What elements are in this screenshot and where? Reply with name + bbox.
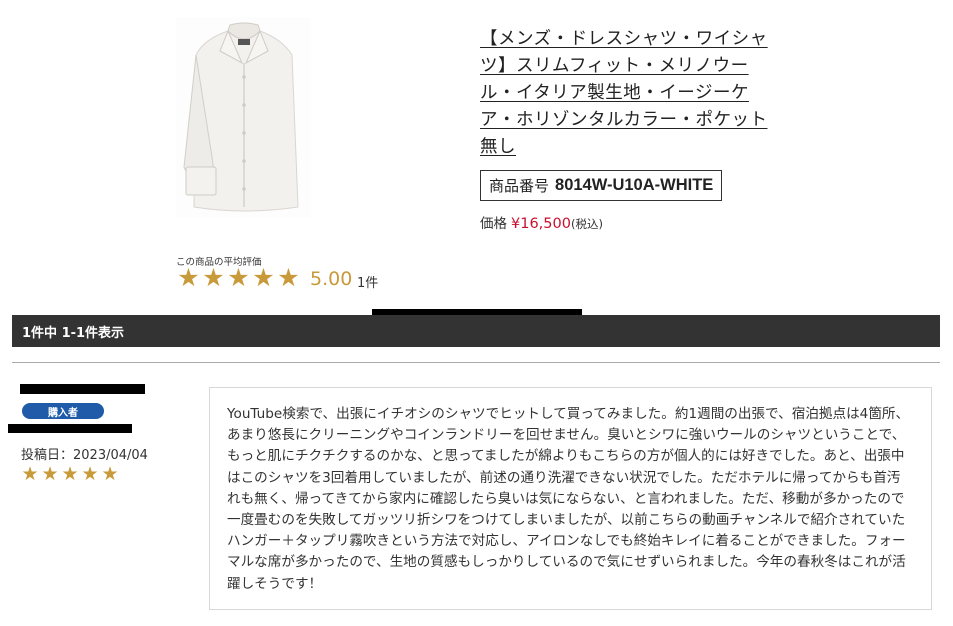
results-count-text: 1件中 1-1件表示 (22, 325, 125, 341)
review-count: 1件 (357, 276, 379, 291)
sku-value: 8014W-U10A-WHITE (555, 176, 714, 194)
buyer-badge: 購入者 (22, 403, 104, 419)
sku-box: 商品番号 8014W-U10A-WHITE (480, 170, 723, 201)
star-icon: ★ (41, 463, 59, 485)
reviewer-info-redacted (8, 424, 132, 433)
star-icon: ★ (202, 263, 225, 292)
price-value: ¥16,500 (511, 216, 571, 232)
star-icon: ★ (61, 463, 79, 485)
star-icon: ★ (252, 263, 275, 292)
post-date: 投稿日：2023/04/04 (21, 448, 148, 463)
product-image[interactable] (176, 17, 311, 217)
shirt-image (183, 22, 299, 212)
star-icon: ★ (227, 263, 250, 292)
product-title-link[interactable]: 【メンズ・ドレスシャツ・ワイシャツ】スリムフィット・メリノウール・イタリア製生地… (480, 26, 772, 161)
sku-label: 商品番号 (489, 177, 550, 195)
review-body: YouTube検索で、出張にイチオシのシャツでヒットして買ってみました。約1週間… (209, 387, 932, 610)
star-icon: ★ (21, 463, 39, 485)
results-count-bar: 1件中 1-1件表示 (12, 315, 940, 347)
review-text: YouTube検索で、出張にイチオシのシャツでヒットして買ってみました。約1週間… (227, 406, 910, 592)
average-rating-stars: ★ ★ ★ ★ ★ (176, 264, 301, 292)
divider (12, 362, 940, 363)
price-tax-note: (税込) (570, 217, 603, 231)
price-row: 価格 ¥16,500 (税込) (480, 212, 603, 232)
star-icon: ★ (101, 463, 119, 485)
star-icon: ★ (81, 463, 99, 485)
reviewer-name-redacted (20, 384, 145, 394)
star-icon: ★ (277, 263, 300, 292)
star-icon: ★ (177, 263, 200, 292)
price-label: 価格 (480, 216, 507, 232)
review-rating-stars: ★ ★ ★ ★ ★ (20, 463, 120, 485)
average-rating-score: 5.00 (310, 268, 353, 290)
